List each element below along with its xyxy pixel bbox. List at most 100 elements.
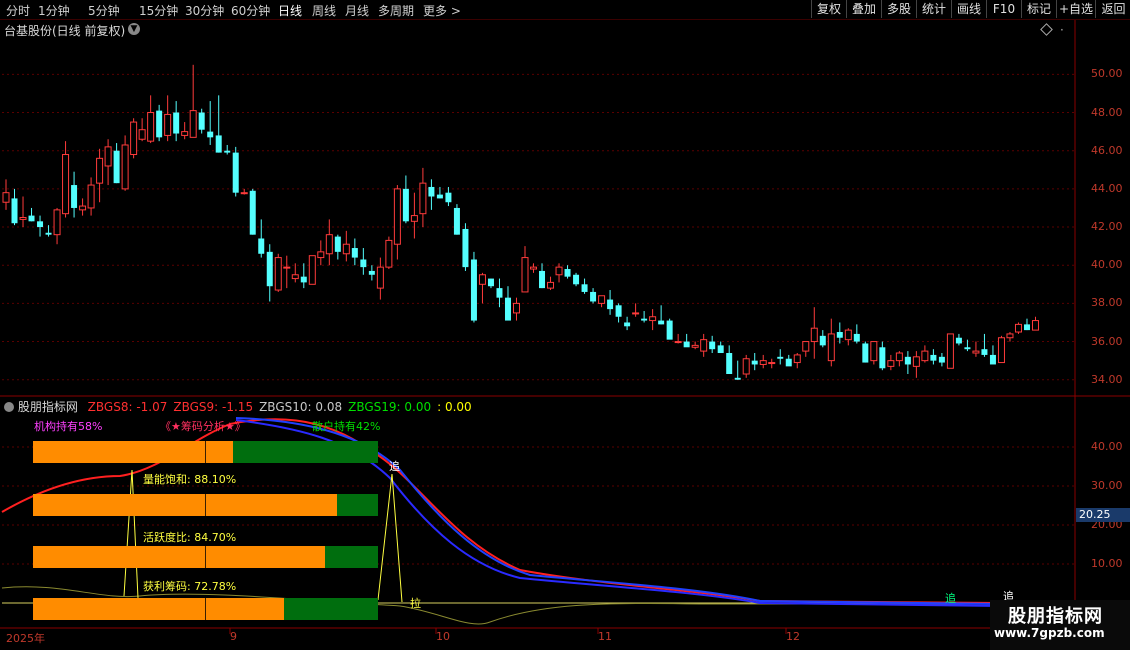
candle-body-down xyxy=(777,356,784,359)
activity-ratio-bar xyxy=(33,546,378,568)
indicator-settings-icon[interactable] xyxy=(4,402,14,412)
candle-body-down xyxy=(198,112,205,130)
candle-body-down xyxy=(607,299,614,310)
candle-body-down xyxy=(564,269,571,277)
candle-body-down xyxy=(615,305,622,317)
profit-chips-bar xyxy=(33,598,378,620)
candle-body-down xyxy=(819,335,826,346)
candle-body-down xyxy=(853,333,860,342)
candle-body-down xyxy=(232,152,239,193)
candle-body-up xyxy=(291,274,299,280)
indicator-header: 股朋指标网 ZBGS8: -1.07 ZBGS9: -1.15 ZBGS10: 0.… xyxy=(4,398,472,415)
candle-body-up xyxy=(768,362,776,365)
candle-body-down xyxy=(964,347,971,350)
chip-analysis-label: 《★筹码分析★》 xyxy=(160,420,246,433)
candle-body-up xyxy=(844,329,852,341)
candle-body-up xyxy=(410,215,418,222)
activity-ratio-label: 活跃度比: 84.70% xyxy=(143,531,237,544)
bar-divider xyxy=(205,546,206,568)
candle-body-down xyxy=(215,135,222,153)
candle-body-up xyxy=(1014,323,1022,333)
candle-body-down xyxy=(445,192,452,203)
candle-body-up xyxy=(164,113,172,136)
candle-body-up xyxy=(240,192,248,195)
price-tick-label: 48.00 xyxy=(1091,105,1123,119)
candle-body-down xyxy=(402,188,409,222)
candle-body-down xyxy=(258,238,265,254)
candle-body-down xyxy=(470,259,477,321)
candle-body-up xyxy=(512,302,520,314)
candle-body-down xyxy=(785,358,792,367)
candle-body-down xyxy=(173,112,180,134)
holding-split-bar xyxy=(33,441,378,463)
volume-saturation-bar xyxy=(33,494,378,516)
candle-body-up xyxy=(598,295,606,304)
candle-body-up xyxy=(62,154,70,215)
candle-body-up xyxy=(53,209,61,236)
candle-body-up xyxy=(342,243,350,255)
candle-body-down xyxy=(368,270,375,275)
candle-body-down xyxy=(496,288,503,298)
candle-body-down xyxy=(37,221,44,228)
candle-body-down xyxy=(436,194,443,199)
candle-body-up xyxy=(997,337,1005,364)
candle-body-down xyxy=(573,274,580,285)
candle-body-down xyxy=(45,232,52,235)
candle-body-down xyxy=(862,343,869,363)
x-label-oct: 10 xyxy=(436,630,450,643)
candle-body-up xyxy=(104,146,112,167)
candle-body-down xyxy=(726,353,733,375)
price-tick-label: 50.00 xyxy=(1091,67,1123,81)
candle-body-up xyxy=(325,234,333,255)
x-label-sep: 9 xyxy=(230,630,237,643)
price-tick-label: 44.00 xyxy=(1091,181,1123,195)
candle-body-down xyxy=(249,190,256,235)
current-value-badge: 20.25 xyxy=(1076,508,1130,522)
price-grid xyxy=(2,73,1075,381)
candle-body-up xyxy=(700,339,708,352)
price-tick-label: 38.00 xyxy=(1091,296,1123,310)
candle-body-up xyxy=(632,312,640,315)
candle-body-up xyxy=(393,188,401,245)
retail-holding-label: 散户持有42% xyxy=(312,420,381,433)
candle-body-down xyxy=(266,251,273,287)
candle-body-down xyxy=(683,341,690,348)
candle-body-down xyxy=(156,110,163,138)
candle-body-down xyxy=(300,276,307,283)
candle-body-down xyxy=(1023,324,1030,331)
candle-body-down xyxy=(938,356,945,363)
candle-body-up xyxy=(810,327,818,343)
indicator-tick-label: 40.00 xyxy=(1091,440,1123,453)
x-label-dec: 12 xyxy=(786,630,800,643)
candle-body-up xyxy=(895,352,903,362)
bar-fill-green xyxy=(325,546,378,568)
indicator-value: ZBGS9: -1.15 xyxy=(173,400,254,414)
candle-body-down xyxy=(11,198,18,224)
watermark: 股朋指标网 www.7gpzb.com xyxy=(990,600,1130,650)
candle-body-down xyxy=(360,259,367,268)
candle-body-down xyxy=(624,322,631,327)
candle-body-up xyxy=(649,316,657,322)
candle-body-down xyxy=(981,349,988,355)
candle-body-up xyxy=(827,333,835,362)
candle-body-up xyxy=(674,341,682,344)
candle-body-up xyxy=(19,217,27,220)
candle-body-down xyxy=(955,337,962,344)
candle-body-up xyxy=(887,360,895,367)
candle-body-up xyxy=(802,341,810,352)
candle-body-up xyxy=(138,129,146,140)
candle-body-down xyxy=(666,320,673,340)
profit-chips-label: 获利筹码: 72.78% xyxy=(143,580,237,593)
candle-body-up xyxy=(1031,320,1039,331)
candle-body-up xyxy=(912,356,920,367)
candle-body-down xyxy=(428,186,435,197)
candle-body-down xyxy=(734,377,741,380)
bar-fill-orange xyxy=(33,441,234,463)
price-tick-label: 42.00 xyxy=(1091,220,1123,234)
signal-zhui-2: 追 xyxy=(945,592,956,605)
indicator-value: : 0.00 xyxy=(437,400,472,414)
indicator-value: ZBGS19: 0.00 xyxy=(348,400,432,414)
price-tick-label: 46.00 xyxy=(1091,143,1123,157)
candle-body-up xyxy=(972,350,980,354)
candle-body-down xyxy=(709,341,716,350)
